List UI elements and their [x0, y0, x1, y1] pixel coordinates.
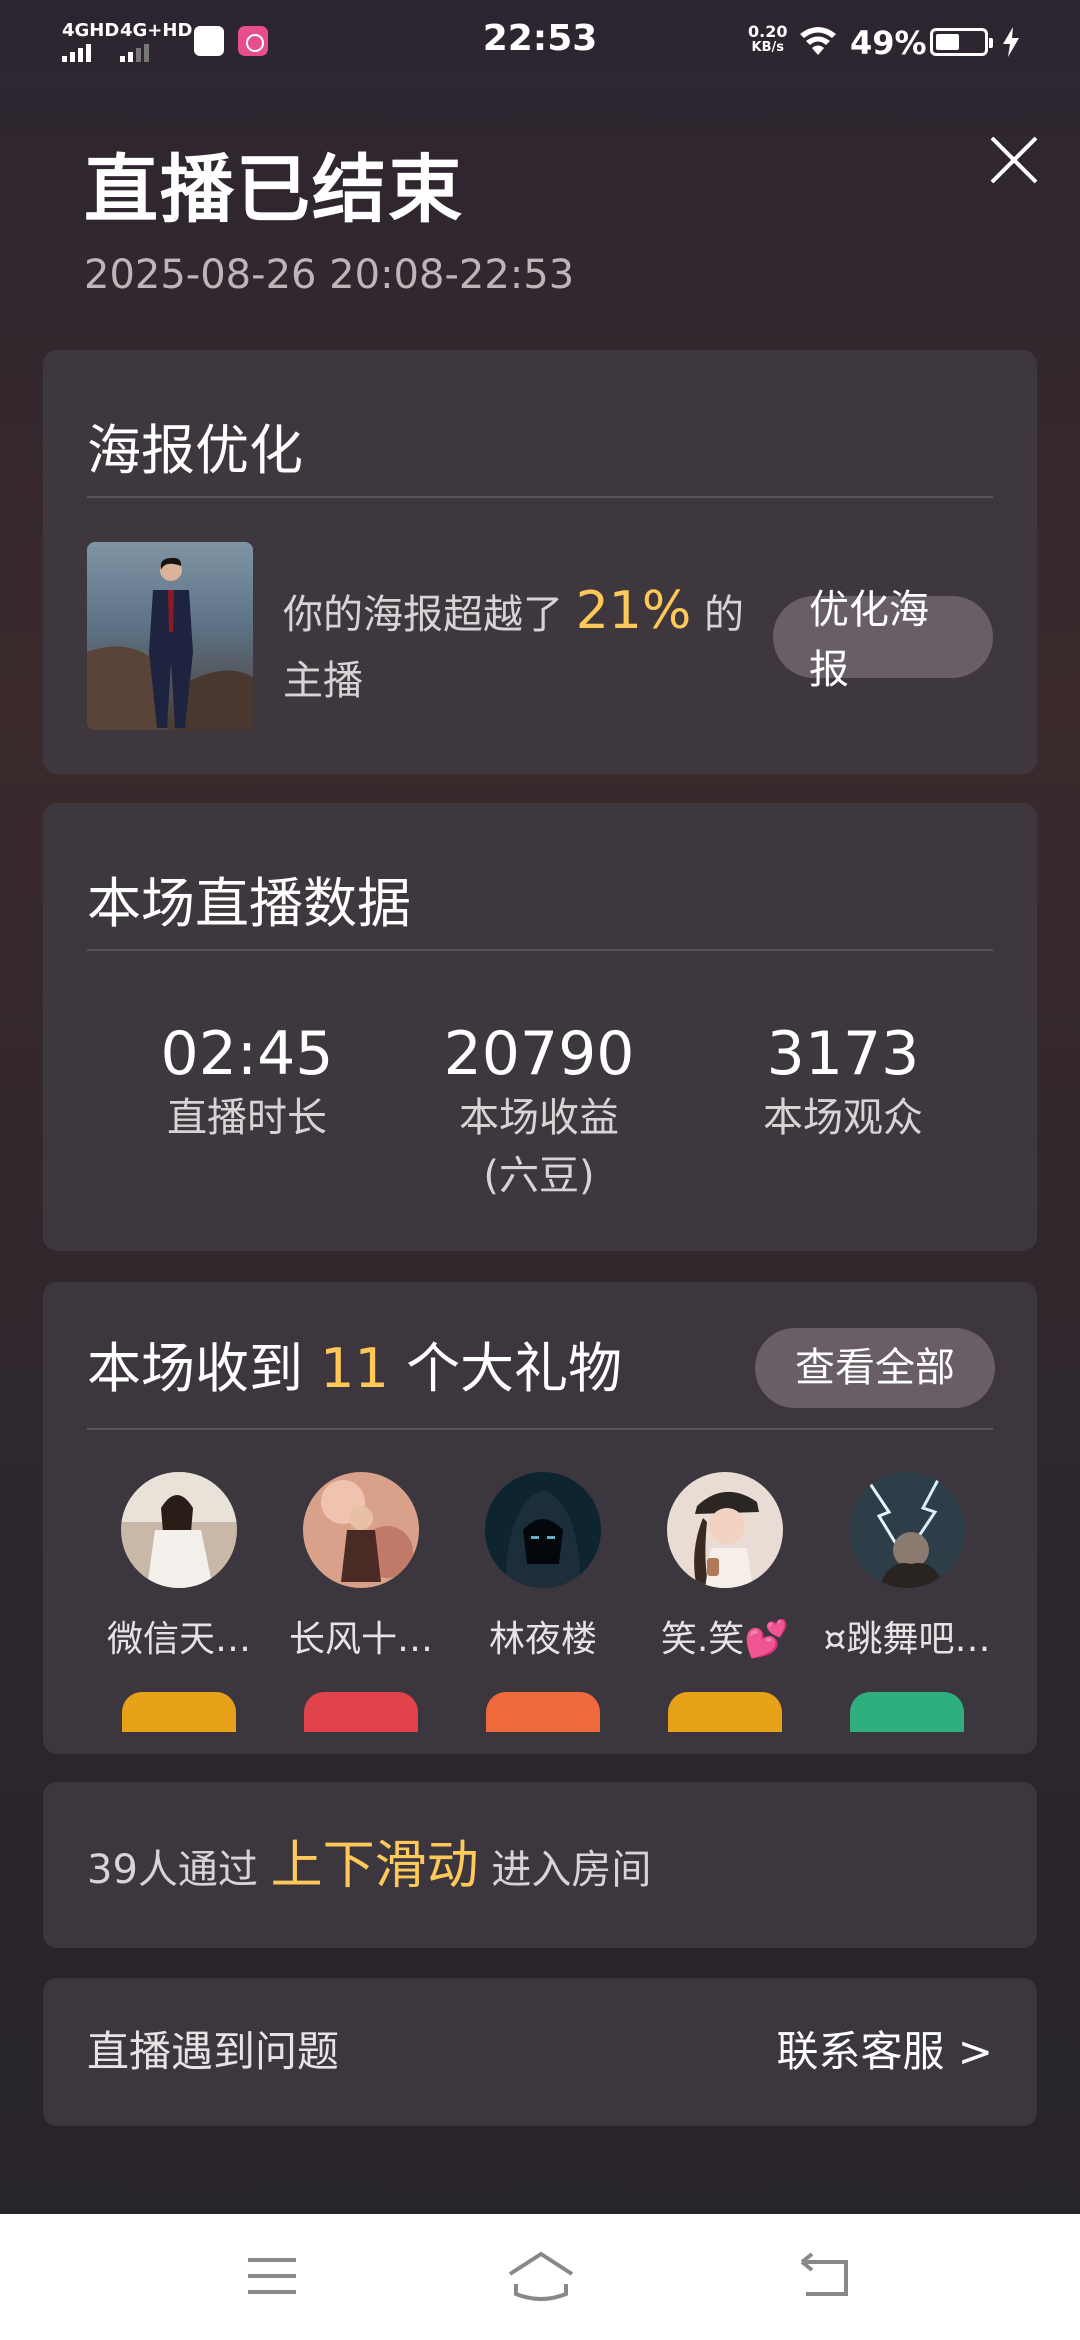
avatar: [121, 1472, 237, 1588]
user-level-badge: [668, 1692, 782, 1732]
avatar: [303, 1472, 419, 1588]
poster-rank-text: 你的海报超越了 21% 的主播: [283, 578, 783, 714]
live-stats-card: 本场直播数据 02:45 直播时长 20790 本场收益 (六豆) 3173 本…: [43, 803, 1037, 1251]
gifts-title-suffix: 个大礼物: [406, 1337, 623, 1400]
stat-duration: 02:45 直播时长: [117, 1019, 377, 1147]
avatar: [485, 1472, 601, 1588]
gift-user-name: 笑.笑💕: [660, 1619, 790, 1660]
back-button[interactable]: [794, 2248, 854, 2304]
divider: [87, 949, 993, 951]
live-problem-card[interactable]: 直播遇到问题 联系客服 >: [43, 1978, 1037, 2126]
live-time-range: 2025-08-26 20:08-22:53: [84, 252, 575, 298]
battery-percent: 49%: [850, 24, 927, 62]
stat-duration-label: 直播时长: [167, 1095, 327, 1141]
user-level-badge: [486, 1692, 600, 1732]
avatar: [667, 1472, 783, 1588]
big-gifts-card: 本场收到 11 个大礼物 查看全部 微信天… 长风十… 林夜楼 笑.笑💕 ¤跳舞…: [43, 1282, 1037, 1754]
optimize-poster-button[interactable]: 优化海报: [773, 587, 993, 693]
contact-support-link[interactable]: 联系客服 >: [776, 2022, 993, 2082]
poster-card-title: 海报优化: [87, 419, 303, 482]
user-level-badge: [122, 1692, 236, 1732]
stat-revenue: 20790 本场收益 (六豆): [409, 1019, 669, 1205]
gift-user-5[interactable]: ¤跳舞吧…: [817, 1472, 997, 1732]
charging-bolt-icon: [1003, 27, 1019, 57]
optimize-poster-label: 优化海报: [809, 587, 929, 693]
gift-user-4[interactable]: 笑.笑💕: [635, 1472, 815, 1732]
poster-rank-percent: 21%: [575, 581, 692, 641]
gifts-count: 11: [320, 1337, 389, 1400]
battery-icon: [930, 28, 993, 56]
user-level-badge: [850, 1692, 964, 1732]
stat-duration-value: 02:45: [160, 1019, 334, 1089]
close-button[interactable]: [984, 130, 1044, 190]
slide-entry-suffix: 进入房间: [491, 1847, 652, 1893]
poster-rank-prefix: 你的海报超越了: [283, 592, 563, 638]
close-icon: [990, 136, 1038, 184]
page-title: 直播已结束: [84, 147, 464, 233]
stat-audience-label: 本场观众: [763, 1095, 923, 1141]
menu-button[interactable]: [242, 2248, 302, 2304]
gift-user-name: 林夜楼: [488, 1619, 597, 1660]
poster-thumbnail[interactable]: [87, 542, 253, 730]
gifts-card-title: 本场收到 11 个大礼物: [87, 1324, 622, 1403]
poster-optimization-card: 海报优化 你的海报超越了 21% 的主播 优化海报: [43, 350, 1037, 774]
stats-card-title: 本场直播数据: [87, 872, 411, 935]
slide-entry-highlight: 上下滑动: [270, 1836, 479, 1896]
network-speed-value: 0.20: [748, 22, 788, 41]
network-speed: 0.20 KB/s: [748, 24, 787, 56]
menu-icon: [248, 2258, 296, 2294]
problem-label: 直播遇到问题: [87, 2027, 340, 2076]
user-level-badge: [304, 1692, 418, 1732]
divider: [87, 496, 993, 498]
wifi-icon: [800, 27, 836, 55]
slide-entry-text: 39人通过 上下滑动 进入房间: [87, 1826, 651, 1910]
stat-audience: 3173 本场观众: [713, 1019, 973, 1147]
stat-revenue-value: 20790: [443, 1019, 635, 1089]
network-speed-unit: KB/s: [751, 40, 784, 55]
gift-user-1[interactable]: 微信天…: [89, 1472, 269, 1732]
gift-user-name: 长风十…: [288, 1619, 433, 1660]
gift-user-3[interactable]: 林夜楼: [453, 1472, 633, 1732]
gift-user-name: 微信天…: [106, 1619, 251, 1660]
view-all-gifts-button[interactable]: 查看全部: [755, 1328, 995, 1408]
stat-audience-value: 3173: [766, 1019, 920, 1089]
stat-revenue-label: 本场收益: [459, 1095, 619, 1141]
status-bar: 4GHD 4G+HD 22:53 0.20 KB/s 49%: [0, 0, 1080, 84]
gifts-title-prefix: 本场收到: [87, 1337, 303, 1400]
stat-revenue-unit: (六豆): [483, 1153, 595, 1199]
gift-user-name: ¤跳舞吧…: [823, 1619, 991, 1660]
avatar: [849, 1472, 965, 1588]
home-icon: [508, 2251, 574, 2301]
back-icon: [800, 2252, 848, 2296]
home-button[interactable]: [506, 2248, 576, 2304]
slide-entry-card: 39人通过 上下滑动 进入房间: [43, 1782, 1037, 1948]
gift-user-2[interactable]: 长风十…: [271, 1472, 451, 1732]
slide-entry-prefix: 39人通过: [87, 1847, 258, 1893]
system-nav-bar: [0, 2214, 1080, 2340]
divider: [87, 1428, 993, 1430]
